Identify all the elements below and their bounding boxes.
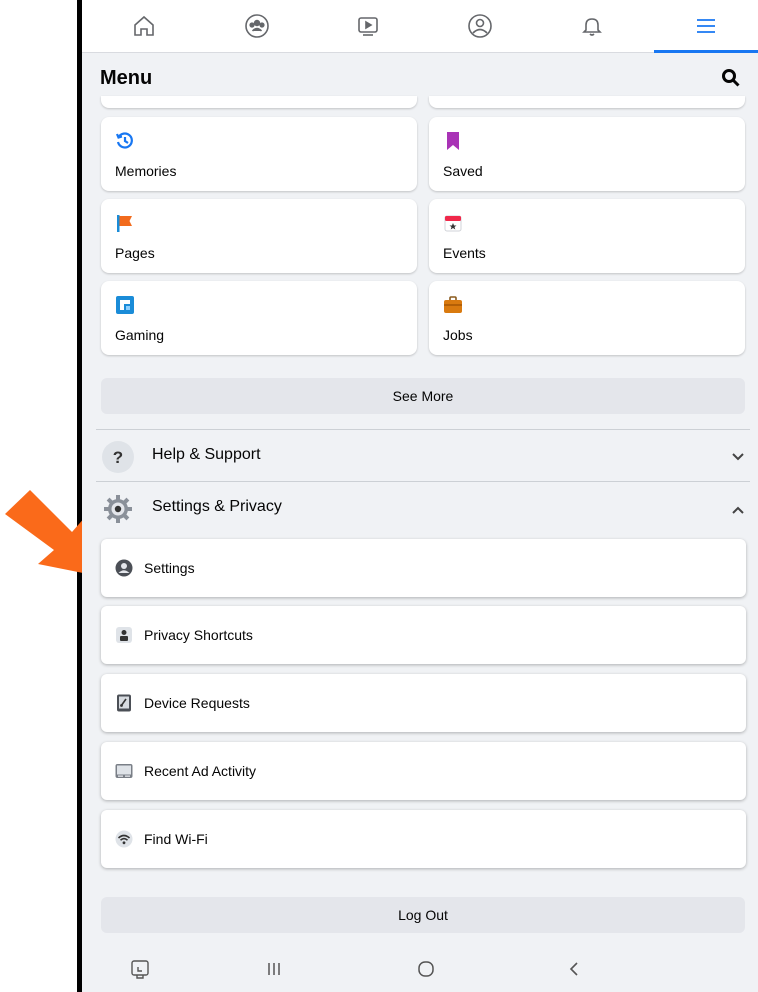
phone-screen: Menu Memories Saved Pages Events Gaming …: [82, 0, 758, 992]
help-support-row[interactable]: ? Help & Support: [82, 431, 758, 481]
watch-video-icon: [358, 17, 378, 36]
home-button[interactable]: [406, 954, 446, 984]
shortcut-label: Gaming: [115, 327, 165, 343]
shortcut-label: Pages: [115, 245, 155, 261]
memories-icon: [115, 132, 133, 149]
nav-home-tab[interactable]: [104, 0, 184, 52]
bell-icon: [582, 18, 602, 36]
ad-activity-icon: [115, 764, 133, 778]
page-title: Menu: [100, 67, 153, 89]
settings-item[interactable]: Settings: [101, 539, 746, 597]
settings-privacy-label: Settings & Privacy: [152, 498, 282, 515]
shortcut-label: Jobs: [443, 327, 473, 343]
find-wifi-label: Find Wi-Fi: [144, 831, 208, 847]
nav-notifications-tab[interactable]: [552, 0, 632, 52]
wifi-icon: [115, 830, 133, 848]
log-out-button[interactable]: Log Out: [101, 897, 745, 933]
shortcut-label: Events: [443, 245, 486, 261]
shortcut-card-gaming[interactable]: Gaming: [101, 281, 417, 355]
pages-flag-icon: [117, 215, 132, 232]
screenshot-icon: [131, 960, 149, 979]
recent-ad-activity-item[interactable]: Recent Ad Activity: [101, 742, 746, 800]
device-requests-item[interactable]: Device Requests: [101, 674, 746, 732]
search-icon: [722, 69, 740, 87]
nav-watch-tab[interactable]: [328, 0, 408, 52]
recent-ad-activity-label: Recent Ad Activity: [144, 763, 257, 779]
partial-card-left[interactable]: [101, 96, 417, 108]
top-navigation-bar: [82, 0, 758, 53]
see-more-button[interactable]: See More: [101, 378, 745, 414]
groups-icon: [245, 14, 269, 38]
shortcut-card-pages[interactable]: Pages: [101, 199, 417, 273]
divider: [96, 429, 750, 430]
privacy-shortcuts-item[interactable]: Privacy Shortcuts: [101, 606, 746, 664]
help-question-icon: ?: [102, 441, 134, 473]
home-icon: [134, 15, 154, 36]
home-circle-icon: [418, 961, 434, 977]
shortcut-card-events[interactable]: Events: [429, 199, 745, 273]
nav-profile-tab[interactable]: [440, 0, 520, 52]
account-settings-icon: [115, 559, 133, 577]
privacy-shortcuts-label: Privacy Shortcuts: [144, 627, 253, 643]
privacy-lock-icon: [116, 627, 132, 643]
back-chevron-icon: [569, 962, 578, 976]
find-wifi-item[interactable]: Find Wi-Fi: [101, 810, 746, 868]
shortcut-label: Saved: [443, 163, 483, 179]
partial-card-right[interactable]: [429, 96, 745, 108]
search-button[interactable]: [718, 65, 744, 91]
shortcut-card-saved[interactable]: Saved: [429, 117, 745, 191]
svg-text:?: ?: [113, 448, 123, 467]
recent-apps-button[interactable]: [254, 954, 294, 984]
device-requests-label: Device Requests: [144, 695, 250, 711]
shortcut-card-memories[interactable]: Memories: [101, 117, 417, 191]
settings-privacy-row[interactable]: Settings & Privacy: [82, 483, 758, 533]
events-calendar-icon: [444, 215, 462, 232]
system-navigation-bar: [82, 946, 758, 992]
nav-menu-tab[interactable]: [654, 0, 758, 53]
help-support-label: Help & Support: [152, 446, 261, 463]
gaming-icon: [116, 296, 134, 314]
gear-icon: [102, 493, 134, 525]
nav-groups-tab[interactable]: [217, 0, 297, 52]
shortcut-label: Memories: [115, 163, 177, 179]
screenshot-button[interactable]: [120, 954, 160, 984]
saved-icon: [447, 132, 459, 150]
profile-icon: [468, 14, 492, 38]
chevron-up-icon: [732, 506, 744, 514]
device-phone-icon: [117, 694, 131, 712]
back-button[interactable]: [554, 954, 594, 984]
hamburger-menu-icon: [697, 19, 715, 33]
jobs-briefcase-icon: [444, 296, 462, 313]
settings-item-label: Settings: [144, 560, 195, 576]
chevron-down-icon: [732, 453, 744, 461]
recent-apps-icon: [268, 963, 280, 975]
divider: [96, 481, 750, 482]
shortcut-card-jobs[interactable]: Jobs: [429, 281, 745, 355]
